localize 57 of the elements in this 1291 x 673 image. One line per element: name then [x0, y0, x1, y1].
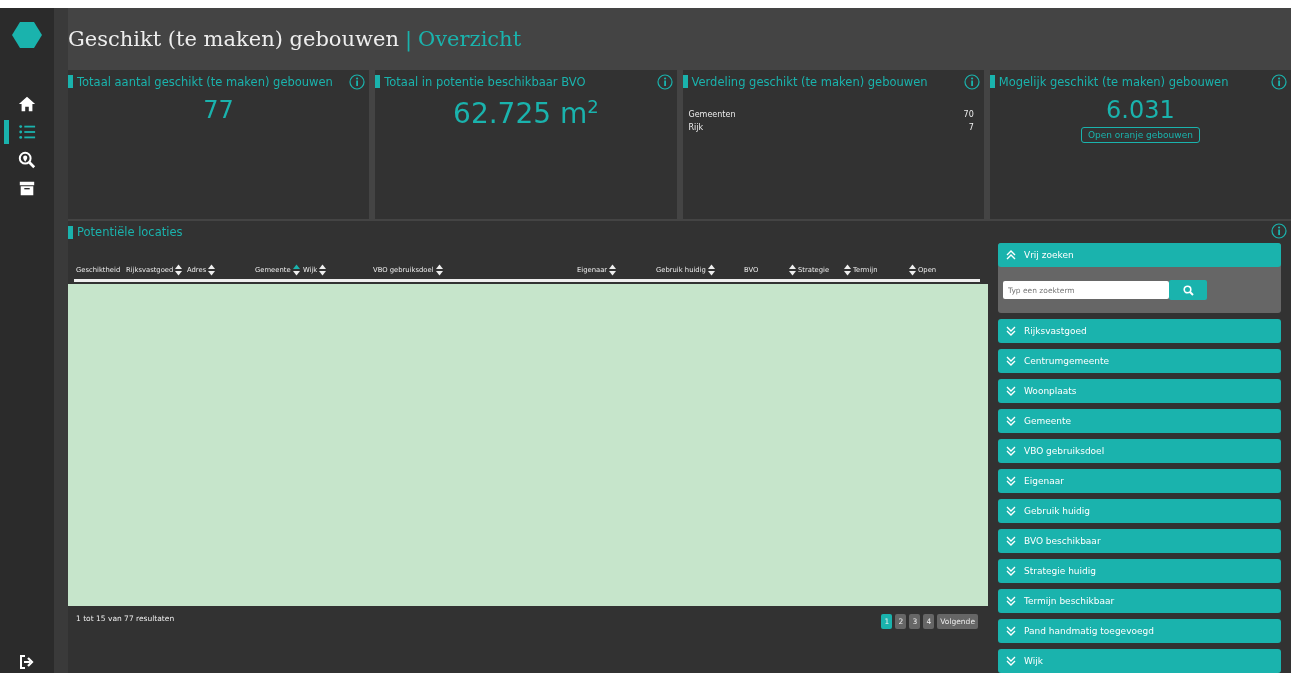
- info-icon[interactable]: [1271, 223, 1287, 239]
- chevron-down-icon: [1006, 386, 1016, 396]
- accent-bar: [68, 225, 73, 239]
- search-icon: [1182, 284, 1194, 296]
- chevron-down-icon: [1006, 416, 1016, 426]
- open-button[interactable]: Open oranje gebouwen: [1080, 126, 1200, 143]
- section-title: Potentiële locaties: [77, 225, 183, 239]
- sort-icon[interactable]: [909, 264, 916, 276]
- sort-icon[interactable]: [319, 264, 327, 276]
- row-value: 70: [963, 109, 974, 119]
- sort-icon[interactable]: [435, 264, 443, 276]
- row-label: Gemeenten: [688, 109, 736, 119]
- info-icon[interactable]: [349, 73, 366, 90]
- sort-icon[interactable]: [707, 264, 715, 276]
- info-icon[interactable]: [656, 73, 673, 90]
- chevron-down-icon: [1006, 536, 1016, 546]
- card-title: Totaal in potentie beschikbaar BVO: [384, 74, 587, 89]
- sort-icon[interactable]: [844, 264, 851, 276]
- accent-bar: [682, 75, 688, 89]
- card-title: Verdeling geschikt (te maken) gebouwen: [691, 74, 929, 89]
- chevron-down-icon: [1006, 476, 1016, 486]
- title-separator: |: [404, 26, 413, 51]
- row-value: 7: [968, 122, 974, 132]
- chevron-down-icon: [1006, 356, 1016, 366]
- info-icon[interactable]: [1271, 73, 1287, 90]
- sort-icon[interactable]: [175, 264, 183, 276]
- page-subtitle: Overzicht: [418, 26, 522, 51]
- stat-value: 62.725 m$^{2}$: [452, 95, 600, 131]
- chevron-up-icon: [1006, 250, 1016, 260]
- row-label: Rijk: [688, 122, 704, 132]
- logout-icon[interactable]: [19, 655, 35, 669]
- chevron-down-icon: [1006, 326, 1016, 336]
- stat-value: 77: [202, 95, 235, 124]
- archive-icon: [18, 179, 36, 197]
- sort-icon[interactable]: [789, 264, 796, 276]
- accent-bar: [989, 75, 995, 89]
- hexagon-logo: [12, 22, 42, 48]
- card-title: Totaal aantal geschikt (te maken) gebouwen: [77, 74, 334, 89]
- home-icon: [18, 95, 36, 113]
- accent-bar: [68, 75, 73, 89]
- accent-bar: [375, 75, 381, 89]
- chevron-down-icon: [1006, 626, 1016, 636]
- list-icon: [18, 123, 36, 141]
- chevron-down-icon: [1006, 656, 1016, 666]
- chevron-down-icon: [1006, 596, 1016, 606]
- chevron-down-icon: [1006, 566, 1016, 576]
- sort-icon[interactable]: [208, 264, 216, 276]
- location-search-icon: [18, 151, 36, 169]
- card-title: Mogelijk geschikt (te maken) gebouwen: [998, 74, 1230, 89]
- info-icon[interactable]: [963, 73, 980, 90]
- chevron-down-icon: [1006, 506, 1016, 516]
- page-title: Geschikt (te maken) gebouwen: [68, 26, 399, 51]
- sort-icon[interactable]: [292, 264, 300, 276]
- sort-icon[interactable]: [609, 264, 617, 276]
- stat-value: 6.031: [1105, 95, 1176, 124]
- chevron-down-icon: [1006, 446, 1016, 456]
- search-button[interactable]: [1169, 280, 1207, 300]
